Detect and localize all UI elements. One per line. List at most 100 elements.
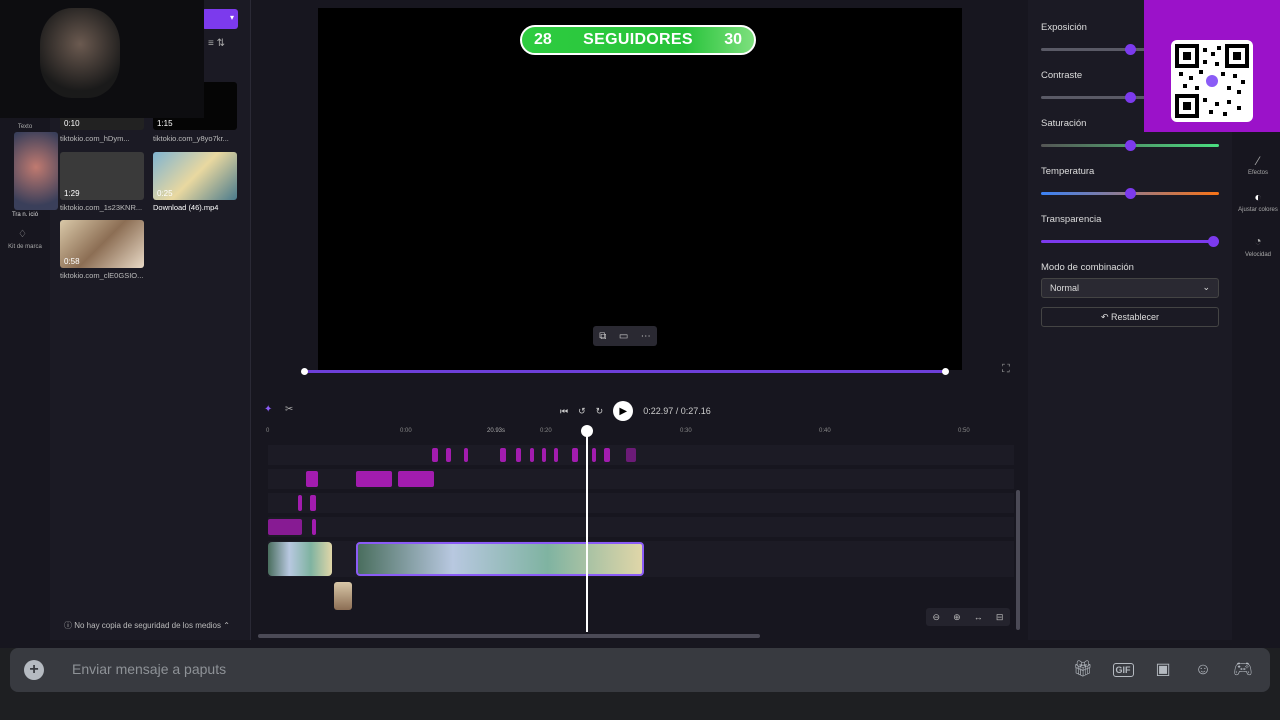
scrub-start-handle[interactable] (301, 368, 308, 375)
adjust-colors-label[interactable]: Ajustar colores (1236, 207, 1280, 213)
time-total: 0:27.16 (680, 406, 711, 416)
timeline-scrollbar[interactable] (258, 634, 760, 638)
info-icon: ⓘ (64, 621, 75, 630)
image-clip[interactable] (334, 582, 352, 610)
contrast-label: Contraste (1041, 70, 1083, 81)
ruler-3: 0:20 (540, 428, 552, 434)
magic-icon[interactable]: ✦ (264, 404, 272, 415)
saturation-label: Saturación (1041, 118, 1087, 129)
ruler-1: 0:00 (400, 428, 412, 434)
ruler-0: 0 (266, 428, 270, 434)
blend-mode-value: Normal (1050, 283, 1080, 293)
ruler-6: 0:50 (958, 428, 970, 434)
playback-controls: ⏮ ↺ ↻ ▶ 0:22.97 / 0:27.16 (560, 400, 760, 422)
transparency-label: Transparencia (1041, 214, 1102, 225)
streamer-face (40, 8, 120, 98)
emoji-icon[interactable]: ☺ (1191, 658, 1215, 682)
gif-button[interactable]: GIF (1111, 658, 1135, 682)
sticker-face-image (14, 132, 58, 210)
scrub-end-handle[interactable] (942, 368, 949, 375)
forward-icon[interactable]: ↻ (596, 406, 604, 417)
video-clip-2-selected[interactable] (356, 542, 644, 576)
effects-label[interactable]: Efectos (1236, 170, 1280, 176)
ruler-5: 0:40 (819, 428, 831, 434)
followers-goal: 30 (724, 31, 742, 48)
rail-text-label[interactable]: Texto (6, 124, 44, 130)
crop-icon[interactable]: ⧉ (599, 331, 606, 342)
import-button[interactable]: ▾ (202, 9, 238, 29)
time-current: 0:22.97 (643, 406, 674, 416)
rail-transitions-label[interactable]: Tra n. ició (2, 212, 48, 218)
zoom-controls: ⊖ ⊕ ↔ ⊟ (926, 608, 1010, 626)
blend-mode-select[interactable]: Normal ⌄ (1041, 278, 1219, 298)
timeline-vscrollbar[interactable] (1016, 490, 1020, 630)
fit-timeline-icon[interactable]: ↔ (974, 612, 983, 622)
sort-filter-icon[interactable]: ≡ ⇅ (208, 38, 225, 49)
preview-tools-popover: ⧉ ▭ ⋯ (593, 326, 657, 346)
rail-brand-label[interactable]: Kit de marca (6, 244, 44, 250)
speed-icon[interactable]: ◔ (1236, 234, 1280, 248)
media-thumb-3[interactable]: 1:29 (60, 152, 144, 200)
gif-label: GIF (1112, 663, 1134, 677)
video-clip-1[interactable] (268, 542, 332, 576)
track-video[interactable] (268, 541, 1014, 577)
brand-kit-icon[interactable]: ♢ (18, 229, 27, 240)
followers-current: 28 (534, 31, 552, 48)
exposure-label: Exposición (1041, 22, 1087, 33)
track-3[interactable] (268, 493, 1014, 513)
scissors-icon[interactable]: ✂ (285, 404, 293, 415)
chevron-up-icon: ⌃ (221, 621, 230, 630)
rewind-icon[interactable]: ↺ (578, 406, 586, 417)
webcam-overlay (0, 0, 204, 118)
track-4[interactable] (268, 517, 1014, 537)
media-caption-5: tiktokio.com_clE0GSIO... (60, 271, 144, 280)
media-thumb-5[interactable]: 0:58 (60, 220, 144, 268)
time-readout: 0:22.97 / 0:27.16 (643, 406, 711, 416)
fullscreen-icon[interactable]: ⛶ (1002, 363, 1010, 376)
track-2[interactable] (268, 469, 1014, 489)
temperature-slider[interactable] (1041, 188, 1219, 199)
zoom-in-icon[interactable]: ⊕ (953, 612, 961, 623)
playhead-handle[interactable] (581, 425, 593, 437)
saturation-slider[interactable] (1041, 140, 1219, 151)
media-caption-3: tiktokio.com_1s23KNR... (60, 203, 143, 212)
effects-icon[interactable]: ⁄ (1236, 154, 1280, 168)
more-icon[interactable]: ⋯ (641, 331, 651, 342)
speed-label[interactable]: Velocidad (1236, 252, 1280, 258)
play-button[interactable]: ▶ (613, 401, 634, 421)
message-input[interactable]: Enviar mensaje a paputs (72, 661, 226, 677)
screen-share-stage: Texto Tra n. ició ♢ Kit de marca ▾ ≡ ⇅ 0… (0, 0, 1280, 648)
adjust-colors-icon[interactable]: ◐ (1236, 190, 1280, 204)
gamepad-icon[interactable]: 🎮︎ (1231, 658, 1255, 682)
transparency-slider[interactable] (1041, 236, 1219, 247)
qr-code-image (1171, 40, 1253, 122)
chevron-down-icon: ⌄ (1202, 282, 1210, 292)
sticker-icon[interactable]: ▣ (1151, 658, 1175, 682)
layout-icon[interactable]: ⊟ (996, 612, 1004, 623)
followers-goal-bar: 28 SEGUIDORES 30 (520, 25, 756, 55)
undo-icon: ↶ (1100, 312, 1111, 322)
reset-button[interactable]: ↶ Restablecer (1041, 307, 1219, 327)
temperature-label: Temperatura (1041, 166, 1095, 177)
skip-back-icon[interactable]: ⏮ (560, 406, 568, 417)
track-1[interactable] (268, 445, 1014, 465)
fit-icon[interactable]: ▭ (619, 331, 628, 342)
backup-notice-text: No hay copia de seguridad de los medios (74, 621, 221, 630)
reset-label: Restablecer (1111, 312, 1160, 322)
zoom-out-icon[interactable]: ⊖ (933, 612, 941, 623)
blend-mode-label: Modo de combinación (1041, 262, 1134, 273)
ruler-4: 0:30 (680, 428, 692, 434)
timeline[interactable]: 0 0:00 20.93s 0:20 0:30 0:40 0:50 ⊖ ⊕ ↔ … (258, 424, 1022, 640)
add-attachment-icon[interactable]: + (24, 660, 44, 680)
preview-scrub-bar[interactable] (301, 368, 949, 375)
backup-notice[interactable]: ⓘ No hay copia de seguridad de los medio… (64, 620, 230, 631)
media-caption-1: tiktokio.com_hDym... (60, 134, 130, 143)
playhead[interactable] (586, 428, 588, 632)
gift-icon[interactable]: 🎁︎ (1071, 658, 1095, 682)
media-caption-2: tiktokio.com_y8yo7kr... (153, 134, 229, 143)
followers-label: SEGUIDORES (583, 31, 693, 48)
ruler-2: 20.93s (487, 428, 506, 434)
video-preview[interactable] (318, 8, 962, 370)
media-thumb-4[interactable]: 0:25 (153, 152, 237, 200)
chevron-down-icon: ▾ (229, 13, 234, 22)
